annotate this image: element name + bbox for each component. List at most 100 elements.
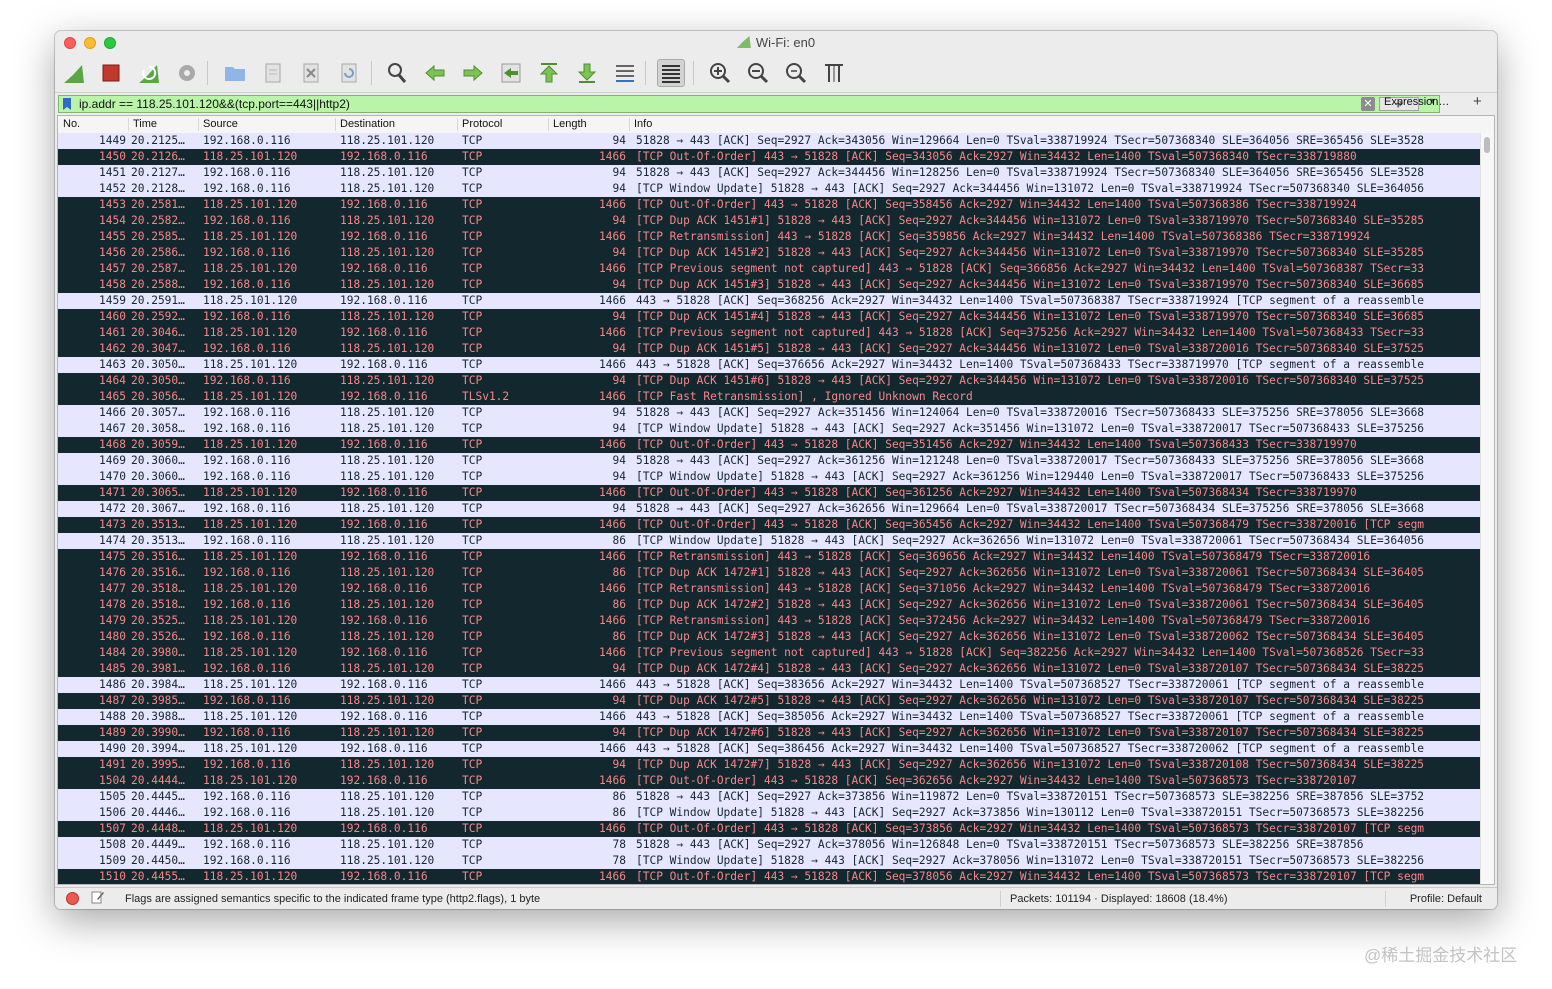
packet-row[interactable]: 1472 20.3067… 192.168.0.116 118.25.101.120 T… bbox=[58, 501, 1482, 517]
packet-row[interactable]: 1464 20.3050… 192.168.0.116 118.25.101.120 T… bbox=[58, 373, 1482, 389]
go-forward-icon[interactable] bbox=[459, 59, 487, 87]
cell-time: 20.3060… bbox=[131, 454, 185, 467]
packet-row[interactable]: 1466 20.3057… 192.168.0.116 118.25.101.120 T… bbox=[58, 405, 1482, 421]
go-to-packet-icon[interactable] bbox=[497, 59, 525, 87]
auto-scroll-icon[interactable] bbox=[611, 59, 639, 87]
go-back-icon[interactable] bbox=[421, 59, 449, 87]
profile-indicator[interactable]: Profile: Default bbox=[1410, 893, 1482, 905]
cell-info: [TCP Dup ACK 1451#2] 51828 → 443 [ACK] S… bbox=[636, 246, 1425, 259]
column-header-info[interactable]: Info bbox=[634, 118, 652, 130]
reload-file-icon[interactable] bbox=[335, 59, 363, 87]
stop-capture-icon[interactable] bbox=[97, 59, 125, 87]
cell-time: 20.3995… bbox=[131, 758, 185, 771]
zoom-in-icon[interactable] bbox=[706, 59, 734, 87]
packet-row[interactable]: 1455 20.2585… 118.25.101.120 192.168.0.116 T… bbox=[58, 229, 1482, 245]
cell-source: 192.168.0.116 bbox=[203, 134, 291, 147]
column-header-destination[interactable]: Destination bbox=[340, 118, 395, 130]
cell-time: 20.2588… bbox=[131, 278, 185, 291]
packet-row[interactable]: 1476 20.3516… 192.168.0.116 118.25.101.120 T… bbox=[58, 565, 1482, 581]
packet-row[interactable]: 1471 20.3065… 118.25.101.120 192.168.0.116 T… bbox=[58, 485, 1482, 501]
packet-row[interactable]: 1478 20.3518… 192.168.0.116 118.25.101.120 T… bbox=[58, 597, 1482, 613]
restart-capture-icon[interactable] bbox=[135, 59, 163, 87]
column-header-time[interactable]: Time bbox=[133, 118, 157, 130]
packet-row[interactable]: 1454 20.2582… 192.168.0.116 118.25.101.120 T… bbox=[58, 213, 1482, 229]
cell-length: 1466 bbox=[599, 678, 626, 691]
packet-row[interactable]: 1459 20.2591… 118.25.101.120 192.168.0.116 T… bbox=[58, 293, 1482, 309]
packet-row[interactable]: 1473 20.3513… 118.25.101.120 192.168.0.116 T… bbox=[58, 517, 1482, 533]
packet-row[interactable]: 1458 20.2588… 192.168.0.116 118.25.101.120 T… bbox=[58, 277, 1482, 293]
packet-row[interactable]: 1509 20.4450… 192.168.0.116 118.25.101.120 T… bbox=[58, 853, 1482, 869]
packet-row[interactable]: 1491 20.3995… 192.168.0.116 118.25.101.120 T… bbox=[58, 757, 1482, 773]
close-file-icon[interactable] bbox=[297, 59, 325, 87]
packet-row[interactable]: 1456 20.2586… 192.168.0.116 118.25.101.120 T… bbox=[58, 245, 1482, 261]
cell-info: 443 → 51828 [ACK] Seq=383656 Ack=2927 Wi… bbox=[636, 678, 1425, 691]
capture-options-icon[interactable] bbox=[173, 59, 201, 87]
normal-size-icon[interactable] bbox=[782, 59, 810, 87]
packet-row[interactable]: 1510 20.4455… 118.25.101.120 192.168.0.116 T… bbox=[58, 869, 1482, 884]
packet-row[interactable]: 1508 20.4449… 192.168.0.116 118.25.101.120 T… bbox=[58, 837, 1482, 853]
packet-row[interactable]: 1463 20.3050… 118.25.101.120 192.168.0.116 T… bbox=[58, 357, 1482, 373]
cell-time: 20.3984… bbox=[131, 678, 185, 691]
column-header-source[interactable]: Source bbox=[203, 118, 238, 130]
clear-filter-icon[interactable]: ✕ bbox=[1361, 97, 1375, 111]
cell-protocol: TLSv1.2 bbox=[462, 390, 510, 403]
capture-comment-icon[interactable] bbox=[91, 890, 105, 904]
cell-time: 20.3526… bbox=[131, 630, 185, 643]
packet-list-scrollbar[interactable] bbox=[1480, 133, 1494, 884]
save-file-icon[interactable] bbox=[259, 59, 287, 87]
packet-row[interactable]: 1450 20.2126… 118.25.101.120 192.168.0.116 T… bbox=[58, 149, 1482, 165]
column-header-protocol[interactable]: Protocol bbox=[462, 118, 502, 130]
cell-info: [TCP Previous segment not captured] 443 … bbox=[636, 326, 1425, 339]
column-header-no[interactable]: No. bbox=[63, 118, 80, 130]
zoom-out-icon[interactable] bbox=[744, 59, 772, 87]
packet-row[interactable]: 1485 20.3981… 192.168.0.116 118.25.101.120 T… bbox=[58, 661, 1482, 677]
packet-row[interactable]: 1453 20.2581… 118.25.101.120 192.168.0.116 T… bbox=[58, 197, 1482, 213]
cell-length: 94 bbox=[612, 422, 626, 435]
packet-row[interactable]: 1462 20.3047… 192.168.0.116 118.25.101.120 T… bbox=[58, 341, 1482, 357]
expert-info-icon[interactable] bbox=[66, 892, 79, 905]
scrollbar-thumb[interactable] bbox=[1484, 137, 1490, 153]
packet-row[interactable]: 1504 20.4444… 118.25.101.120 192.168.0.116 T… bbox=[58, 773, 1482, 789]
packet-row[interactable]: 1506 20.4446… 192.168.0.116 118.25.101.120 T… bbox=[58, 805, 1482, 821]
find-packet-icon[interactable] bbox=[383, 59, 411, 87]
packet-row[interactable]: 1465 20.3056… 118.25.101.120 192.168.0.116 T… bbox=[58, 389, 1482, 405]
column-header-length[interactable]: Length bbox=[553, 118, 587, 130]
shark-start-icon[interactable] bbox=[60, 59, 88, 87]
display-filter-input[interactable]: ip.addr == 118.25.101.120&&(tcp.port==44… bbox=[58, 95, 1440, 113]
packet-row[interactable]: 1484 20.3980… 118.25.101.120 192.168.0.116 T… bbox=[58, 645, 1482, 661]
packet-row[interactable]: 1487 20.3985… 192.168.0.116 118.25.101.120 T… bbox=[58, 693, 1482, 709]
packet-row[interactable]: 1474 20.3513… 192.168.0.116 118.25.101.120 T… bbox=[58, 533, 1482, 549]
packet-row[interactable]: 1477 20.3518… 118.25.101.120 192.168.0.116 T… bbox=[58, 581, 1482, 597]
colorize-icon[interactable] bbox=[657, 59, 685, 87]
bookmark-icon[interactable] bbox=[63, 98, 71, 110]
packet-row[interactable]: 1467 20.3058… 192.168.0.116 118.25.101.120 T… bbox=[58, 421, 1482, 437]
cell-info: 443 → 51828 [ACK] Seq=386456 Ack=2927 Wi… bbox=[636, 742, 1425, 755]
packet-row[interactable]: 1469 20.3060… 192.168.0.116 118.25.101.120 T… bbox=[58, 453, 1482, 469]
resize-columns-icon[interactable] bbox=[820, 59, 848, 87]
packet-row[interactable]: 1475 20.3516… 118.25.101.120 192.168.0.116 T… bbox=[58, 549, 1482, 565]
packet-row[interactable]: 1489 20.3990… 192.168.0.116 118.25.101.120 T… bbox=[58, 725, 1482, 741]
packet-row[interactable]: 1486 20.3984… 118.25.101.120 192.168.0.116 T… bbox=[58, 677, 1482, 693]
packet-row[interactable]: 1452 20.2128… 192.168.0.116 118.25.101.120 T… bbox=[58, 181, 1482, 197]
packet-row[interactable]: 1470 20.3060… 192.168.0.116 118.25.101.120 T… bbox=[58, 469, 1482, 485]
packet-row[interactable]: 1488 20.3988… 118.25.101.120 192.168.0.116 T… bbox=[58, 709, 1482, 725]
filter-text[interactable]: ip.addr == 118.25.101.120&&(tcp.port==44… bbox=[79, 97, 350, 111]
go-first-icon[interactable] bbox=[535, 59, 563, 87]
cell-no: 1475 bbox=[99, 550, 126, 563]
packet-row[interactable]: 1468 20.3059… 118.25.101.120 192.168.0.116 T… bbox=[58, 437, 1482, 453]
expression-button[interactable]: Expression… bbox=[1384, 96, 1449, 108]
go-last-icon[interactable] bbox=[573, 59, 601, 87]
packet-row[interactable]: 1505 20.4445… 192.168.0.116 118.25.101.120 T… bbox=[58, 789, 1482, 805]
cell-destination: 118.25.101.120 bbox=[340, 758, 435, 771]
packet-row[interactable]: 1460 20.2592… 192.168.0.116 118.25.101.120 T… bbox=[58, 309, 1482, 325]
add-filter-button[interactable]: + bbox=[1473, 93, 1482, 110]
packet-row[interactable]: 1449 20.2125… 192.168.0.116 118.25.101.120 T… bbox=[58, 133, 1482, 149]
packet-row[interactable]: 1451 20.2127… 192.168.0.116 118.25.101.120 T… bbox=[58, 165, 1482, 181]
packet-row[interactable]: 1507 20.4448… 118.25.101.120 192.168.0.116 T… bbox=[58, 821, 1482, 837]
open-file-icon[interactable] bbox=[221, 59, 249, 87]
packet-row[interactable]: 1457 20.2587… 118.25.101.120 192.168.0.116 T… bbox=[58, 261, 1482, 277]
packet-row[interactable]: 1479 20.3525… 118.25.101.120 192.168.0.116 T… bbox=[58, 613, 1482, 629]
packet-row[interactable]: 1480 20.3526… 192.168.0.116 118.25.101.120 T… bbox=[58, 629, 1482, 645]
packet-row[interactable]: 1461 20.3046… 118.25.101.120 192.168.0.116 T… bbox=[58, 325, 1482, 341]
packet-row[interactable]: 1490 20.3994… 118.25.101.120 192.168.0.116 T… bbox=[58, 741, 1482, 757]
